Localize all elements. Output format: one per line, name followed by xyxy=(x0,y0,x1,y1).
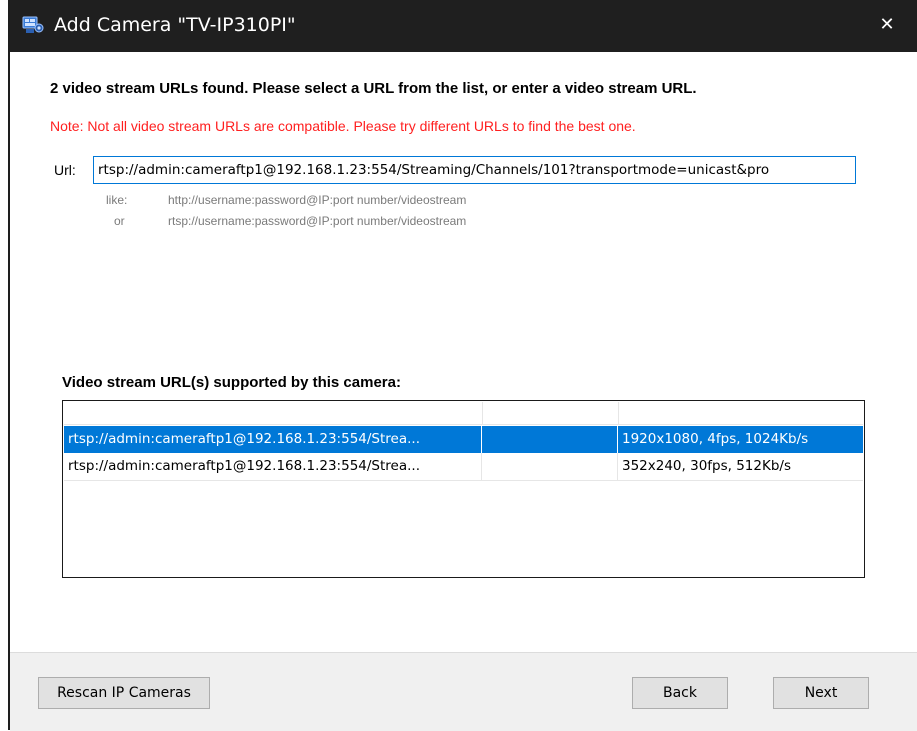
list-item[interactable]: rtsp://admin:cameraftp1@192.168.1.23:554… xyxy=(64,426,863,453)
stream-list-title: Video stream URL(s) supported by this ca… xyxy=(62,374,401,391)
camera-app-icon xyxy=(22,16,44,33)
stream-col2-cell xyxy=(482,426,618,453)
url-label: Url: xyxy=(54,162,76,178)
instruction-heading: 2 video stream URLs found. Please select… xyxy=(50,80,697,97)
stream-url-cell: rtsp://admin:cameraftp1@192.168.1.23:554… xyxy=(64,453,482,480)
column-header-url[interactable] xyxy=(64,402,483,424)
title-bar[interactable]: Add Camera "TV-IP310PI" ✕ xyxy=(10,0,917,52)
hint-rtsp-example: rtsp://username:password@IP:port number/… xyxy=(168,214,467,228)
stream-url-list[interactable]: rtsp://admin:cameraftp1@192.168.1.23:554… xyxy=(62,400,865,578)
hint-http-example: http://username:password@IP:port number/… xyxy=(168,193,467,207)
stream-info-cell: 352x240, 30fps, 512Kb/s xyxy=(622,458,791,474)
compatibility-note: Note: Not all video stream URLs are comp… xyxy=(50,118,636,134)
stream-col2-cell xyxy=(482,453,618,480)
hint-like-label: like: xyxy=(106,193,128,207)
list-header xyxy=(64,402,863,425)
hint-or-label: or xyxy=(114,214,125,228)
column-header-2[interactable] xyxy=(482,402,619,424)
window-title: Add Camera "TV-IP310PI" xyxy=(54,14,296,36)
rescan-ip-cameras-button[interactable]: Rescan IP Cameras xyxy=(38,677,210,709)
list-item[interactable]: rtsp://admin:cameraftp1@192.168.1.23:554… xyxy=(64,453,863,481)
stream-url-cell: rtsp://admin:cameraftp1@192.168.1.23:554… xyxy=(64,426,482,453)
close-icon[interactable]: ✕ xyxy=(875,12,899,36)
dialog-footer: Rescan IP Cameras Back Next xyxy=(10,652,917,731)
column-header-info[interactable] xyxy=(618,402,864,424)
stream-info-cell: 1920x1080, 4fps, 1024Kb/s xyxy=(622,431,809,447)
next-button[interactable]: Next xyxy=(773,677,869,709)
url-input[interactable] xyxy=(93,156,856,184)
back-button[interactable]: Back xyxy=(632,677,728,709)
add-camera-dialog: Add Camera "TV-IP310PI" ✕ 2 video stream… xyxy=(8,0,917,731)
